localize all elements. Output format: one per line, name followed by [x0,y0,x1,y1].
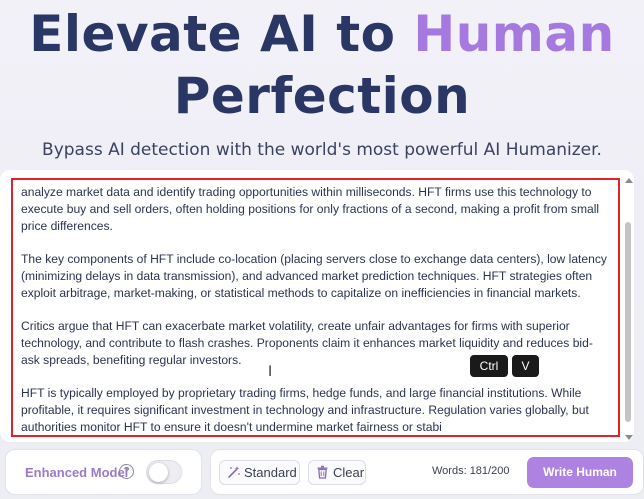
editor-paragraph: The key components of HFT include co-loc… [21,252,607,300]
ctrl-key-overlay: Ctrl [470,355,508,377]
scroll-down-arrow-icon[interactable] [625,435,633,440]
text-cursor-icon: I [268,364,273,380]
scroll-thumb[interactable] [625,222,631,422]
clear-button[interactable]: Clear [308,460,366,485]
editor-text-area[interactable]: analyze market data and identify trading… [11,178,620,437]
hero-title-main: Elevate AI to [29,5,414,63]
hero-title-line1: Elevate AI to Human [0,4,644,64]
magic-wand-icon [228,466,240,478]
editor-scrollbar[interactable] [623,178,633,440]
standard-button[interactable]: Standard [219,460,300,485]
enhanced-model-label: Enhanced Model [25,465,129,480]
hero-subtitle: Bypass AI detection with the world's mos… [42,140,602,160]
clear-label: Clear [333,465,365,480]
editor-paragraph: analyze market data and identify trading… [21,185,600,233]
hero-title-line2: Perfection [173,67,471,125]
editor-paragraph: HFT is typically employed by proprietary… [21,386,589,434]
hero-title-accent: Human [413,5,615,63]
v-key-overlay: V [512,355,539,377]
trash-icon [317,465,328,479]
action-panel: Standard Clear Words: 181/200 Write Huma… [210,449,644,495]
standard-label: Standard [244,465,297,480]
text-editor[interactable]: analyze market data and identify trading… [0,170,634,442]
word-count: Words: 181/200 [432,465,510,477]
enhanced-model-toggle[interactable] [146,460,182,484]
model-panel: Enhanced Model ? [5,449,202,495]
scroll-up-arrow-icon[interactable] [625,178,633,183]
write-human-button[interactable]: Write Human [527,457,633,488]
toggle-knob [149,463,168,482]
help-circle-icon[interactable]: ? [119,464,134,479]
